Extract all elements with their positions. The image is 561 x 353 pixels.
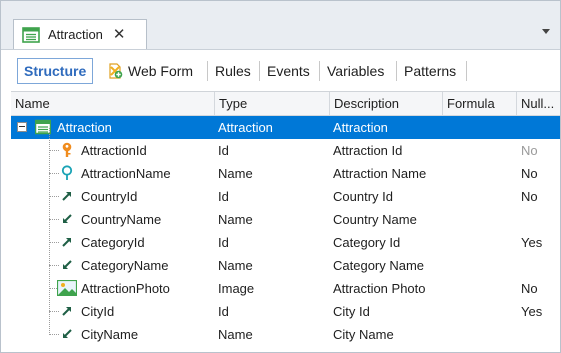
tab-rules[interactable]: Rules bbox=[215, 58, 251, 84]
foreign-key-icon bbox=[62, 238, 71, 247]
cell-description: Category Id bbox=[333, 235, 401, 250]
cell-description: City Id bbox=[333, 304, 370, 319]
inferred-icon bbox=[63, 260, 72, 269]
table-row[interactable]: CountryName Name Country Name bbox=[11, 208, 560, 231]
transaction-icon bbox=[22, 26, 40, 43]
cell-nullable: No bbox=[521, 281, 538, 296]
column-header-formula[interactable]: Formula bbox=[443, 92, 517, 116]
cell-type: Name bbox=[218, 258, 253, 273]
tab-variables[interactable]: Variables bbox=[327, 58, 384, 84]
column-header-nullable[interactable]: Null... bbox=[517, 92, 560, 116]
cell-description: Category Name bbox=[333, 258, 425, 273]
tab-patterns[interactable]: Patterns bbox=[404, 58, 456, 84]
cell-type: Id bbox=[218, 189, 229, 204]
tab-structure[interactable]: Structure bbox=[17, 58, 94, 84]
tab-events-label: Events bbox=[267, 63, 310, 79]
descriptor-icon bbox=[61, 165, 73, 180]
inferred-icon bbox=[63, 329, 72, 338]
table-row[interactable]: CategoryId Id Category Id Yes bbox=[11, 231, 560, 254]
cell-name: CategoryName bbox=[81, 258, 169, 273]
cell-name: AttractionPhoto bbox=[81, 281, 170, 296]
cell-type: Id bbox=[218, 235, 229, 250]
inferred-icon bbox=[63, 214, 72, 223]
document-tab-label: Attraction bbox=[48, 27, 103, 42]
primary-key-icon bbox=[62, 142, 72, 157]
cell-name: AttractionName bbox=[81, 166, 171, 181]
tree-connector bbox=[49, 150, 59, 151]
structure-grid: Name Type Description Formula Null... At… bbox=[11, 91, 560, 347]
cell-type: Name bbox=[218, 327, 253, 342]
tab-divider bbox=[319, 61, 320, 81]
table-row[interactable]: CountryId Id Country Id No bbox=[11, 185, 560, 208]
table-row-root[interactable]: Attraction Attraction Attraction bbox=[11, 116, 560, 139]
foreign-key-icon bbox=[62, 307, 71, 316]
chevron-down-icon[interactable] bbox=[542, 29, 550, 34]
image-icon bbox=[57, 280, 77, 296]
column-header-name[interactable]: Name bbox=[11, 92, 215, 116]
cell-type: Name bbox=[218, 212, 253, 227]
cell-type: Id bbox=[218, 304, 229, 319]
tab-divider bbox=[396, 61, 397, 81]
tree-connector bbox=[49, 219, 59, 220]
grid-header: Name Type Description Formula Null... bbox=[11, 92, 560, 116]
cell-name: AttractionId bbox=[81, 143, 147, 158]
cell-name: Attraction bbox=[57, 120, 112, 135]
tab-web-form-label: Web Form bbox=[128, 63, 194, 79]
tab-web-form[interactable]: Web Form bbox=[107, 58, 193, 84]
cell-description: Attraction Id bbox=[333, 143, 403, 158]
web-form-icon bbox=[109, 63, 123, 79]
cell-description: City Name bbox=[333, 327, 394, 342]
tab-structure-label: Structure bbox=[24, 63, 87, 79]
cell-name: CountryName bbox=[81, 212, 162, 227]
column-header-description[interactable]: Description bbox=[330, 92, 443, 116]
cell-type: Id bbox=[218, 143, 229, 158]
object-parts-bar: Structure Web Form Rules Events Variable… bbox=[1, 49, 560, 89]
tree-connector bbox=[49, 196, 59, 197]
collapse-icon[interactable] bbox=[17, 122, 27, 132]
structure-editor-window: Attraction ✕ Structure Web Form Rules Ev… bbox=[0, 0, 561, 353]
tree-connector bbox=[49, 311, 59, 312]
tab-rules-label: Rules bbox=[215, 63, 251, 79]
tree-connector bbox=[49, 265, 59, 266]
cell-description: Attraction Photo bbox=[333, 281, 426, 296]
cell-nullable: No bbox=[521, 143, 538, 158]
cell-type: Attraction bbox=[218, 120, 273, 135]
tree-connector bbox=[49, 334, 59, 335]
table-row[interactable]: CityId Id City Id Yes bbox=[11, 300, 560, 323]
tab-divider bbox=[207, 61, 208, 81]
tree-connector bbox=[49, 173, 59, 174]
cell-nullable: No bbox=[521, 189, 538, 204]
tab-divider bbox=[466, 61, 467, 81]
tree-connector bbox=[49, 242, 59, 243]
tab-patterns-label: Patterns bbox=[404, 63, 457, 79]
tab-events[interactable]: Events bbox=[267, 58, 310, 84]
table-row[interactable]: AttractionId Id Attraction Id No bbox=[11, 139, 560, 162]
cell-type: Name bbox=[218, 166, 253, 181]
cell-name: CityId bbox=[81, 304, 115, 319]
cell-description: Country Id bbox=[333, 189, 393, 204]
tab-divider bbox=[259, 61, 260, 81]
cell-type: Image bbox=[218, 281, 255, 296]
foreign-key-icon bbox=[62, 192, 71, 201]
column-header-type[interactable]: Type bbox=[215, 92, 330, 116]
tab-variables-label: Variables bbox=[327, 63, 385, 79]
cell-name: CategoryId bbox=[81, 235, 145, 250]
document-tab-attraction[interactable]: Attraction ✕ bbox=[13, 19, 147, 49]
cell-name: CityName bbox=[81, 327, 139, 342]
cell-nullable: Yes bbox=[521, 304, 543, 319]
table-row[interactable]: AttractionPhoto Image Attraction Photo N… bbox=[11, 277, 560, 300]
document-tab-strip: Attraction ✕ bbox=[1, 1, 560, 49]
close-icon[interactable]: ✕ bbox=[113, 27, 126, 42]
cell-nullable: Yes bbox=[521, 235, 543, 250]
cell-description: Country Name bbox=[333, 212, 417, 227]
cell-nullable: No bbox=[521, 166, 538, 181]
table-row[interactable]: AttractionName Name Attraction Name No bbox=[11, 162, 560, 185]
table-row[interactable]: CityName Name City Name bbox=[11, 323, 560, 346]
cell-name: CountryId bbox=[81, 189, 138, 204]
table-row[interactable]: CategoryName Name Category Name bbox=[11, 254, 560, 277]
cell-description: Attraction bbox=[333, 120, 388, 135]
cell-description: Attraction Name bbox=[333, 166, 427, 181]
